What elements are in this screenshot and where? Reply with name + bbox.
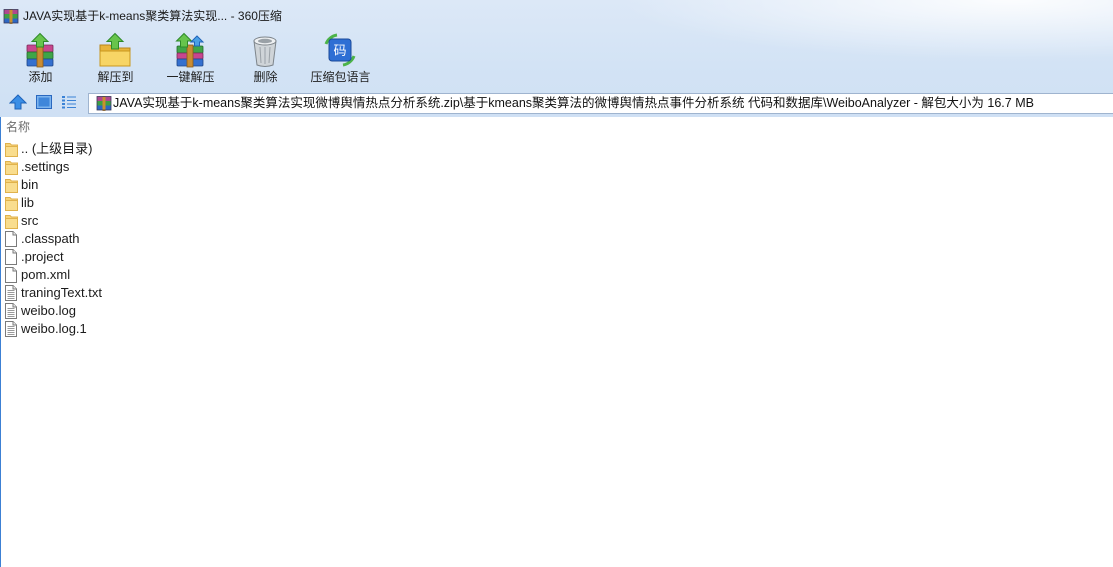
file-list-row[interactable]: traningText.txt (1, 284, 1113, 302)
folder-icon (5, 177, 18, 193)
delete-button-label: 删除 (253, 70, 278, 84)
archive-icon (96, 95, 112, 111)
encoding-glyph: 码 (333, 44, 346, 59)
file-icon (5, 267, 18, 283)
path-bar[interactable]: JAVA实现基于k-means聚类算法实现微博舆情热点分析系统.zip\基于km… (88, 93, 1113, 114)
file-list-rows: .. (上级目录) .settings bin lib src .classpath .pr… (1, 140, 1113, 338)
trash-icon (247, 32, 283, 68)
file-list: 名称 .. (上级目录) .settings bin lib src .classpath… (0, 117, 1113, 567)
file-name: src (21, 213, 39, 228)
list-view-icon (62, 96, 76, 109)
title-bar: JAVA实现基于k-means聚类算法实现... - 360压缩 (0, 0, 1113, 28)
file-name: .project (21, 249, 64, 264)
file-name: bin (21, 177, 39, 192)
folder-icon (5, 195, 18, 211)
add-to-archive-icon (22, 32, 58, 68)
file-name: weibo.log (21, 303, 76, 318)
folder-icon (5, 159, 18, 175)
extract-to-button[interactable]: 解压到 (78, 30, 153, 88)
file-list-row[interactable]: pom.xml (1, 266, 1113, 284)
path-text: JAVA实现基于k-means聚类算法实现微博舆情热点分析系统.zip\基于km… (113, 96, 1034, 110)
file-name: .classpath (21, 231, 80, 246)
file-name: .. (上级目录) (21, 141, 93, 156)
file-list-row[interactable]: weibo.log (1, 302, 1113, 320)
toolbar: 添加 解压到 一键解压 删除 码 压缩包语言 (0, 28, 1113, 90)
file-list-row[interactable]: bin (1, 176, 1113, 194)
up-arrow-icon (9, 94, 27, 110)
file-name: traningText.txt (21, 285, 102, 300)
column-header-name[interactable]: 名称 (1, 117, 1113, 138)
extract-to-button-label: 解压到 (97, 70, 134, 84)
file-list-row[interactable]: .project (1, 248, 1113, 266)
file-name: weibo.log.1 (21, 321, 87, 336)
file-list-row[interactable]: weibo.log.1 (1, 320, 1113, 338)
column-header-label: 名称 (6, 120, 31, 134)
folder-icon (5, 141, 18, 157)
file-icon (5, 249, 18, 265)
add-button-label: 添加 (28, 70, 53, 84)
folder-icon (5, 213, 18, 229)
file-icon (5, 231, 18, 247)
archive-window: JAVA实现基于k-means聚类算法实现... - 360压缩 添加 解压到 … (0, 0, 1113, 567)
file-list-row[interactable]: src (1, 212, 1113, 230)
one-click-extract-icon (172, 32, 208, 68)
list-view-button[interactable] (61, 95, 79, 111)
navigation-bar: JAVA实现基于k-means聚类算法实现微博舆情热点分析系统.zip\基于km… (0, 90, 1113, 117)
archive-icon (3, 8, 19, 24)
text-file-icon (5, 321, 18, 337)
one-click-extract-button[interactable]: 一键解压 (153, 30, 228, 88)
file-list-row[interactable]: .. (上级目录) (1, 140, 1113, 158)
thumbnail-view-icon (36, 95, 52, 109)
up-button[interactable] (9, 94, 27, 110)
file-list-row[interactable]: .classpath (1, 230, 1113, 248)
delete-button[interactable]: 删除 (228, 30, 303, 88)
encoding-icon: 码 (322, 32, 358, 68)
one-click-extract-button-label: 一键解压 (166, 70, 215, 84)
file-name: lib (21, 195, 35, 210)
text-file-icon (5, 303, 18, 319)
thumbnail-view-button[interactable] (36, 95, 54, 111)
add-button[interactable]: 添加 (3, 30, 78, 88)
archive-language-button-label: 压缩包语言 (310, 70, 371, 84)
file-name: .settings (21, 159, 70, 174)
window-title: JAVA实现基于k-means聚类算法实现... - 360压缩 (23, 9, 282, 23)
file-list-row[interactable]: lib (1, 194, 1113, 212)
window-chrome: JAVA实现基于k-means聚类算法实现... - 360压缩 添加 解压到 … (0, 0, 1113, 117)
archive-language-button[interactable]: 码 压缩包语言 (303, 30, 378, 88)
file-list-row[interactable]: .settings (1, 158, 1113, 176)
extract-to-folder-icon (97, 32, 133, 68)
text-file-icon (5, 285, 18, 301)
file-name: pom.xml (21, 267, 71, 282)
